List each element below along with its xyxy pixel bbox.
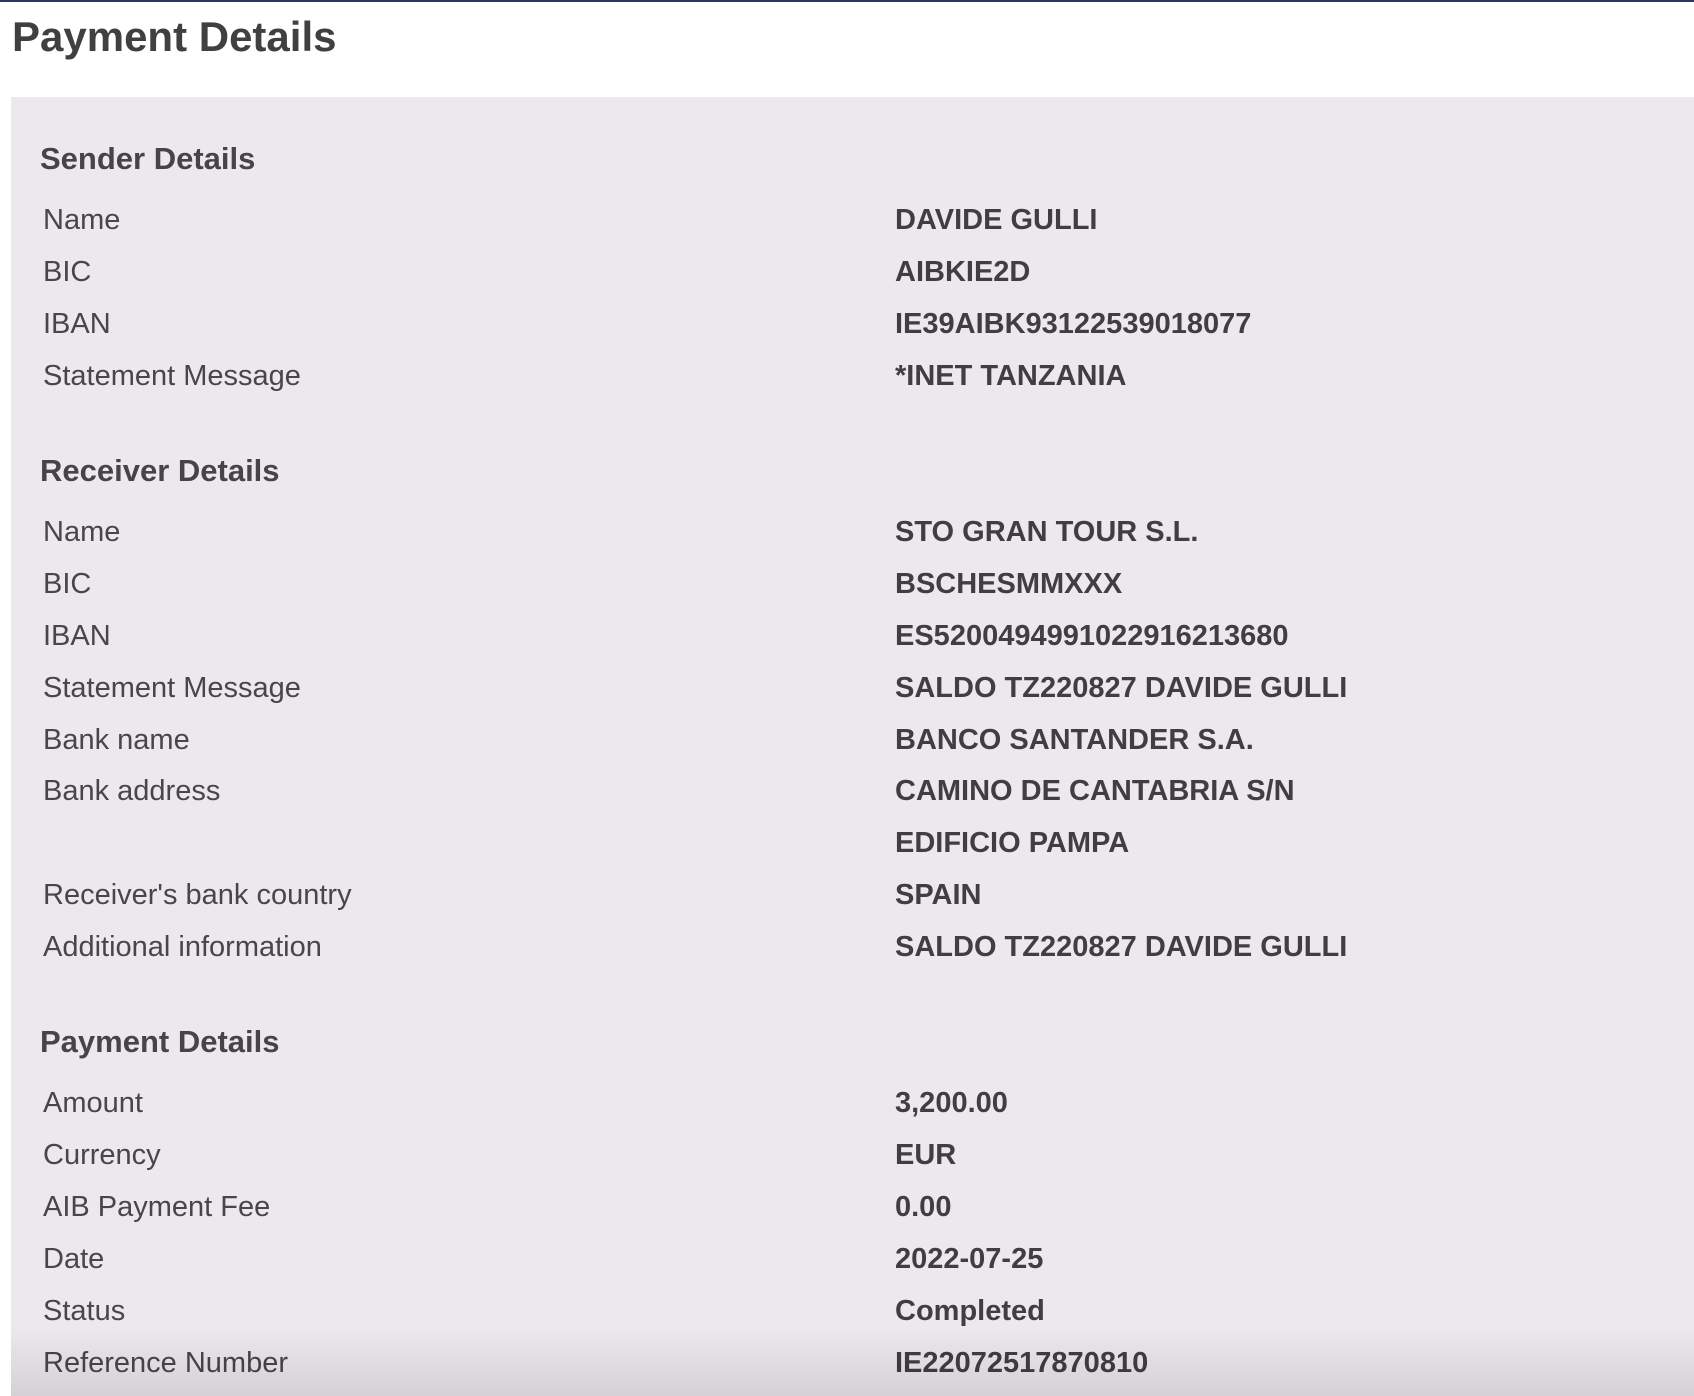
row-label: Statement Message [43,672,301,704]
row-label: Date [43,1243,105,1275]
row-value: EDIFICIO PAMPA [895,827,1130,859]
detail-row-receiver-name: Name STO GRAN TOUR S.L. [11,506,1694,558]
row-label: Name [43,516,121,548]
row-label: IBAN [43,620,111,652]
detail-row-bank-name: Bank name BANCO SANTANDER S.A. [11,714,1694,766]
row-value: IE22072517870810 [895,1347,1149,1379]
row-value: ES5200494991022916213680 [895,620,1289,652]
status-value: Completed [895,1295,1045,1327]
detail-row-date: Date 2022-07-25 [11,1233,1694,1285]
row-label: Bank name [43,724,190,756]
row-value: DAVIDE GULLI [895,204,1098,236]
section-title: Payment Details [40,1024,280,1059]
detail-row-sender-name: Name DAVIDE GULLI [11,194,1694,246]
detail-row-bank-address: Bank address CAMINO DE CANTABRIA S/N [11,765,1694,817]
payment-details-panel: Sender Details Name DAVIDE GULLI BIC AIB… [11,97,1694,1396]
row-value: SALDO TZ220827 DAVIDE GULLI [895,672,1348,704]
row-value: 0.00 [895,1191,952,1223]
row-value: SPAIN [895,879,982,911]
page-title: Payment Details [12,13,337,60]
row-value: CAMINO DE CANTABRIA S/N [895,775,1295,807]
detail-row-reference-number: Reference Number IE22072517870810 [11,1337,1694,1389]
row-label: AIB Payment Fee [43,1191,271,1223]
row-value: *INET TANZANIA [895,360,1127,392]
detail-row-sender-iban: IBAN IE39AIBK93122539018077 [11,298,1694,350]
detail-row-additional-information: Additional information SALDO TZ220827 DA… [11,921,1694,973]
row-value: IE39AIBK93122539018077 [895,308,1252,340]
row-label: IBAN [43,308,111,340]
row-label: Status [43,1295,126,1327]
row-label: Name [43,204,121,236]
row-label: Bank address [43,775,221,807]
detail-row-receiver-bank-country: Receiver's bank country SPAIN [11,869,1694,921]
section-title: Receiver Details [40,453,280,488]
row-label: Reference Number [43,1347,288,1379]
detail-row-receiver-bic: BIC BSCHESMMXXX [11,558,1694,610]
detail-row-receiver-iban: IBAN ES5200494991022916213680 [11,610,1694,662]
row-value: AIBKIE2D [895,256,1031,288]
detail-row-currency: Currency EUR [11,1129,1694,1181]
detail-row-amount: Amount 3,200.00 [11,1077,1694,1129]
row-label: BIC [43,568,92,600]
row-value: 2022-07-25 [895,1243,1044,1275]
row-label: Statement Message [43,360,301,392]
row-value: BANCO SANTANDER S.A. [895,724,1254,756]
detail-row-payment-fee: AIB Payment Fee 0.00 [11,1181,1694,1233]
row-label: Currency [43,1139,161,1171]
row-value: STO GRAN TOUR S.L. [895,516,1199,548]
row-value: EUR [895,1139,957,1171]
section-title: Sender Details [40,141,256,176]
row-label: Amount [43,1087,143,1119]
row-value: SALDO TZ220827 DAVIDE GULLI [895,931,1348,963]
detail-row-receiver-statement-message: Statement Message SALDO TZ220827 DAVIDE … [11,662,1694,714]
row-label: Receiver's bank country [43,879,352,911]
row-value: 3,200.00 [895,1087,1008,1119]
detail-row-bank-address-line-2: EDIFICIO PAMPA [11,817,1694,869]
detail-row-status: Status Completed [11,1285,1694,1337]
row-label: Additional information [43,931,322,963]
detail-row-sender-statement-message: Statement Message *INET TANZANIA [11,350,1694,402]
row-label: BIC [43,256,92,288]
detail-row-sender-bic: BIC AIBKIE2D [11,246,1694,298]
top-border [0,0,1694,2]
row-value: BSCHESMMXXX [895,568,1123,600]
